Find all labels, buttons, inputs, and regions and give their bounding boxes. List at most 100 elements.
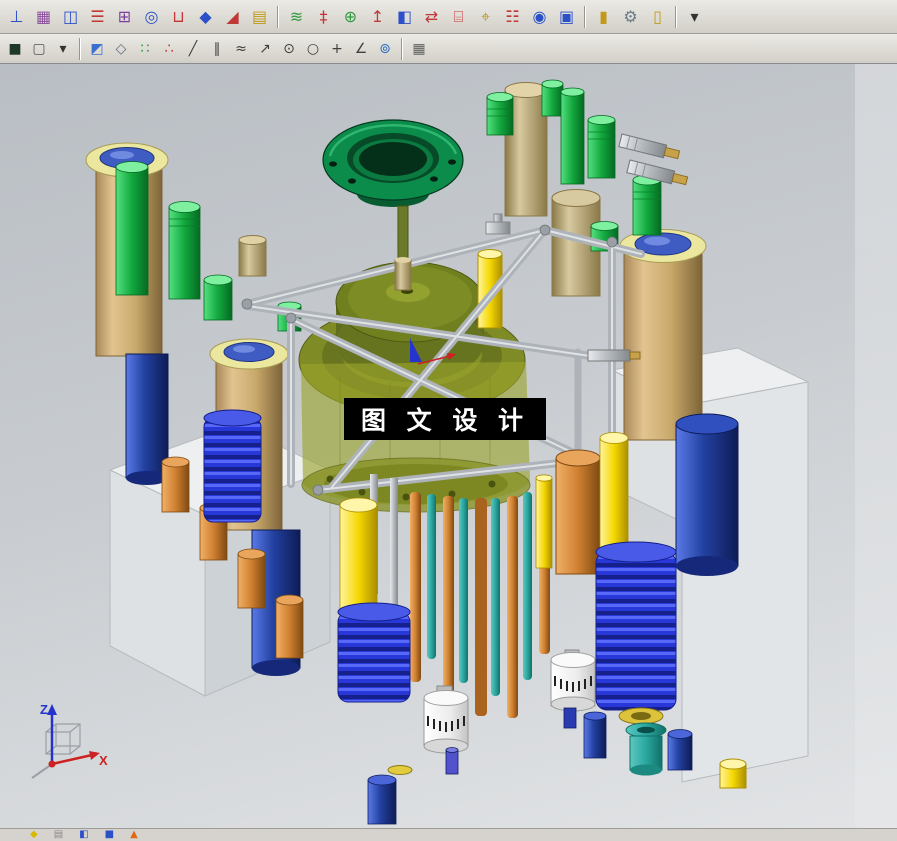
color-points-icon: ∴ <box>164 40 174 57</box>
snap-point-button[interactable]: ∷ <box>133 38 157 60</box>
frame-window-icon: ▣ <box>558 6 575 26</box>
rack-plate-button[interactable]: ☷ <box>499 4 526 30</box>
shaded-cube-button[interactable]: ◩ <box>85 38 109 60</box>
circle-center-button[interactable]: ⊙ <box>277 38 301 60</box>
cavity-insert-icon: ◫ <box>62 6 79 26</box>
curve-tool-button[interactable]: ≈ <box>229 38 253 60</box>
alert-flame-icon: ▲ <box>130 829 138 840</box>
spring-tool-button[interactable]: ≋ <box>283 4 310 30</box>
line-angle-icon: ∠ <box>354 40 368 57</box>
app-blue-icon: ◧ <box>79 829 89 840</box>
swatch-button[interactable]: ■ <box>3 38 27 60</box>
ejector-pin-icon: ↥ <box>370 6 385 26</box>
ring-pair-icon: ◉ <box>532 6 547 26</box>
press-clamp-button[interactable]: ⊥ <box>3 4 30 30</box>
trim-tool-icon: ◢ <box>226 6 239 26</box>
settings-gear-icon: ⚙ <box>623 6 638 26</box>
limit-switch-2[interactable] <box>550 649 596 712</box>
line-tool-icon: ╱ <box>188 40 198 57</box>
u-slot-button[interactable]: ⊔ <box>165 4 192 30</box>
dowel-pin-button[interactable]: ⊕ <box>337 4 364 30</box>
toolbar-separator <box>584 5 586 28</box>
orbit-view-button[interactable]: ⊚ <box>373 38 397 60</box>
parallel-lines-button[interactable]: ∥ <box>205 38 229 60</box>
sheet-doc-button[interactable]: ▯ <box>644 4 671 30</box>
mold-assembly-canvas[interactable]: Z X <box>0 64 897 828</box>
post-yellow-small[interactable] <box>719 758 747 789</box>
app-square-button[interactable]: ■ <box>105 830 114 840</box>
security-key-icon: ◆ <box>30 829 38 840</box>
settings-gear-button[interactable]: ⚙ <box>617 4 644 30</box>
insert-swap-button[interactable]: ⇄ <box>418 4 445 30</box>
alert-flame-button[interactable]: ▲ <box>130 830 138 840</box>
select-dropdown-button[interactable]: ▾ <box>51 38 75 60</box>
circle-tool-button[interactable]: ○ <box>301 38 325 60</box>
half-view-icon: ◧ <box>396 6 413 26</box>
target-point-icon: ⌖ <box>480 6 490 26</box>
curve-toolbar: ■ ▢ ▾ ◩ ◇ ∷ ∴ ╱ ∥ ≈ ↗ ⊙ ○ + ∠ ⊚ ▦ <box>0 34 897 64</box>
dowel-pin-icon: ⊕ <box>343 6 358 26</box>
cross-tool-button[interactable]: + <box>325 38 349 60</box>
bushing-teal[interactable] <box>618 707 667 776</box>
gauge-strip-button[interactable]: ▤ <box>246 4 273 30</box>
triad-x-label: X <box>99 753 108 768</box>
press-clamp-icon: ⊥ <box>9 6 24 26</box>
mold-frame-button[interactable]: ▦ <box>30 4 57 30</box>
toolbar-overflow-button[interactable]: ▾ <box>681 4 708 30</box>
rack-plate-icon: ☷ <box>505 6 520 26</box>
locating-ring-button[interactable]: ◎ <box>138 4 165 30</box>
move-hand-icon: ◆ <box>199 6 212 26</box>
triad-z-label: Z <box>40 702 48 717</box>
document-icon: ▤ <box>53 829 64 840</box>
toolbar-overflow-icon: ▾ <box>690 6 699 26</box>
plate-stack-button[interactable]: ☰ <box>84 4 111 30</box>
washer-gold-small[interactable] <box>387 765 413 775</box>
grid-display-button[interactable]: ▦ <box>407 38 431 60</box>
move-hand-button[interactable]: ◆ <box>192 4 219 30</box>
arrow-tool-icon: ↗ <box>259 40 271 57</box>
main-toolbar: ⊥ ▦ ◫ ☰ ⊞ ◎ ⊔ ◆ ◢ ▤ ≋ ‡ ⊕ ↥ ◧ ⇄ ⌸ ⌖ ☷ ◉ ▣ ▮ ⚙ ▯ ▾ <box>0 0 897 34</box>
locating-ring-icon: ◎ <box>144 6 159 26</box>
target-point-button[interactable]: ⌖ <box>472 4 499 30</box>
ejector-pin-button[interactable]: ↥ <box>364 4 391 30</box>
frame-window-button[interactable]: ▣ <box>553 4 580 30</box>
measure-bar-icon: ▮ <box>599 6 608 26</box>
screw-tool-button[interactable]: ‡ <box>310 4 337 30</box>
limit-switch-1[interactable] <box>423 685 469 754</box>
swatch-icon: ■ <box>8 40 22 57</box>
u-slot-icon: ⊔ <box>172 6 185 26</box>
half-view-button[interactable]: ◧ <box>391 4 418 30</box>
shoulder-bolt-tan[interactable] <box>238 235 267 277</box>
toolbar-separator <box>277 5 279 28</box>
circle-tool-icon: ○ <box>306 40 320 57</box>
viewport-3d[interactable]: Z X 图 文 设 计 <box>0 64 897 828</box>
color-points-button[interactable]: ∴ <box>157 38 181 60</box>
wireframe-cube-button[interactable]: ◇ <box>109 38 133 60</box>
cavity-insert-button[interactable]: ◫ <box>57 4 84 30</box>
arrow-tool-button[interactable]: ↗ <box>253 38 277 60</box>
bom-table-button[interactable]: ⌸ <box>445 4 472 30</box>
line-angle-button[interactable]: ∠ <box>349 38 373 60</box>
wireframe-cube-icon: ◇ <box>115 40 127 57</box>
app-blue-button[interactable]: ◧ <box>79 830 88 840</box>
bom-table-icon: ⌸ <box>453 6 464 26</box>
trim-tool-button[interactable]: ◢ <box>219 4 246 30</box>
plate-stack-icon: ☰ <box>90 6 105 26</box>
screw-tool-icon: ‡ <box>319 6 328 26</box>
grid-display-icon: ▦ <box>412 40 426 57</box>
hose-fitting-1[interactable] <box>618 133 681 161</box>
line-tool-button[interactable]: ╱ <box>181 38 205 60</box>
ring-pair-button[interactable]: ◉ <box>526 4 553 30</box>
measure-bar-button[interactable]: ▮ <box>590 4 617 30</box>
app-square-icon: ■ <box>104 829 115 840</box>
security-key-button[interactable]: ◆ <box>30 830 38 840</box>
sheet-doc-icon: ▯ <box>653 6 662 26</box>
document-button[interactable]: ▤ <box>54 830 63 840</box>
curve-tool-icon: ≈ <box>235 40 247 57</box>
pocket-grid-button[interactable]: ⊞ <box>111 4 138 30</box>
support-cylinder-orange[interactable] <box>555 449 601 575</box>
select-rect-button[interactable]: ▢ <box>27 38 51 60</box>
circle-center-icon: ⊙ <box>283 40 295 57</box>
toolbar-separator <box>401 37 403 60</box>
select-rect-icon: ▢ <box>32 40 46 57</box>
